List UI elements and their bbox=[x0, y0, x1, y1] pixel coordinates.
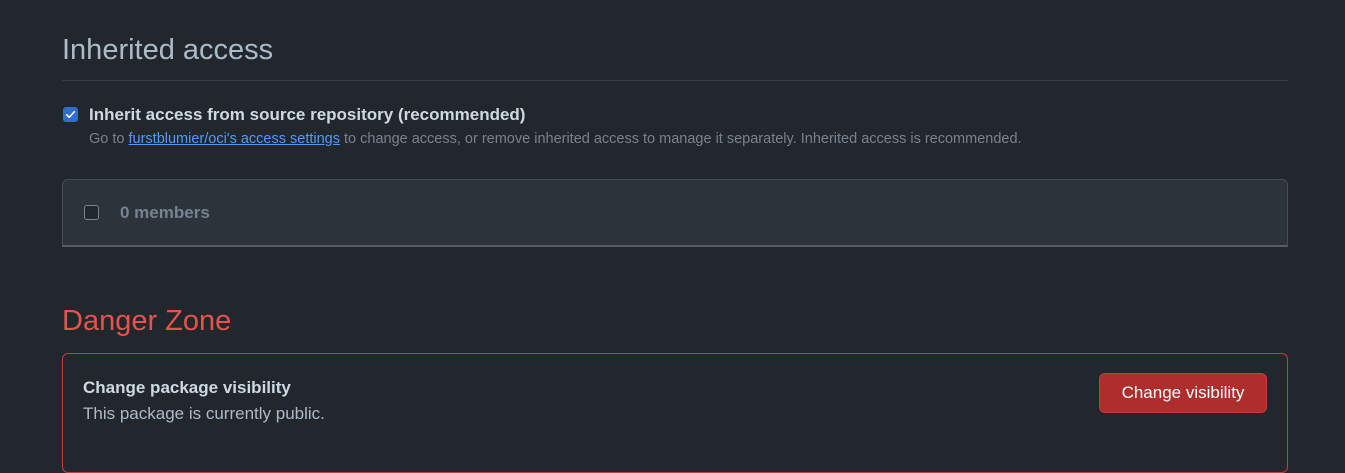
select-all-members-checkbox[interactable] bbox=[84, 205, 99, 220]
checkmark-icon bbox=[65, 110, 76, 119]
members-count: 0 members bbox=[120, 202, 210, 222]
inherit-access-note: Go to furstblumier/oci's access settings… bbox=[89, 129, 1288, 149]
inherit-access-label[interactable]: Inherit access from source repository (r… bbox=[89, 105, 1288, 125]
inherited-access-heading: Inherited access bbox=[62, 0, 1288, 81]
danger-zone-heading: Danger Zone bbox=[62, 305, 232, 337]
change-visibility-button[interactable]: Change visibility bbox=[1099, 373, 1267, 413]
inherit-note-prefix: Go to bbox=[89, 131, 129, 147]
access-settings-link[interactable]: furstblumier/oci's access settings bbox=[129, 131, 340, 147]
change-visibility-description: This package is currently public. bbox=[83, 404, 325, 423]
inherit-note-suffix: to change access, or remove inherited ac… bbox=[339, 131, 1022, 147]
inherit-access-option: Inherit access from source repository (r… bbox=[62, 105, 1288, 149]
danger-zone-box: Change package visibility This package i… bbox=[62, 353, 1288, 473]
package-settings-panel: Inherited access Inherit access from sou… bbox=[62, 0, 1288, 473]
members-list-header: 0 members bbox=[62, 179, 1288, 247]
inherit-access-checkbox[interactable] bbox=[63, 107, 78, 122]
change-visibility-title: Change package visibility bbox=[83, 378, 291, 397]
